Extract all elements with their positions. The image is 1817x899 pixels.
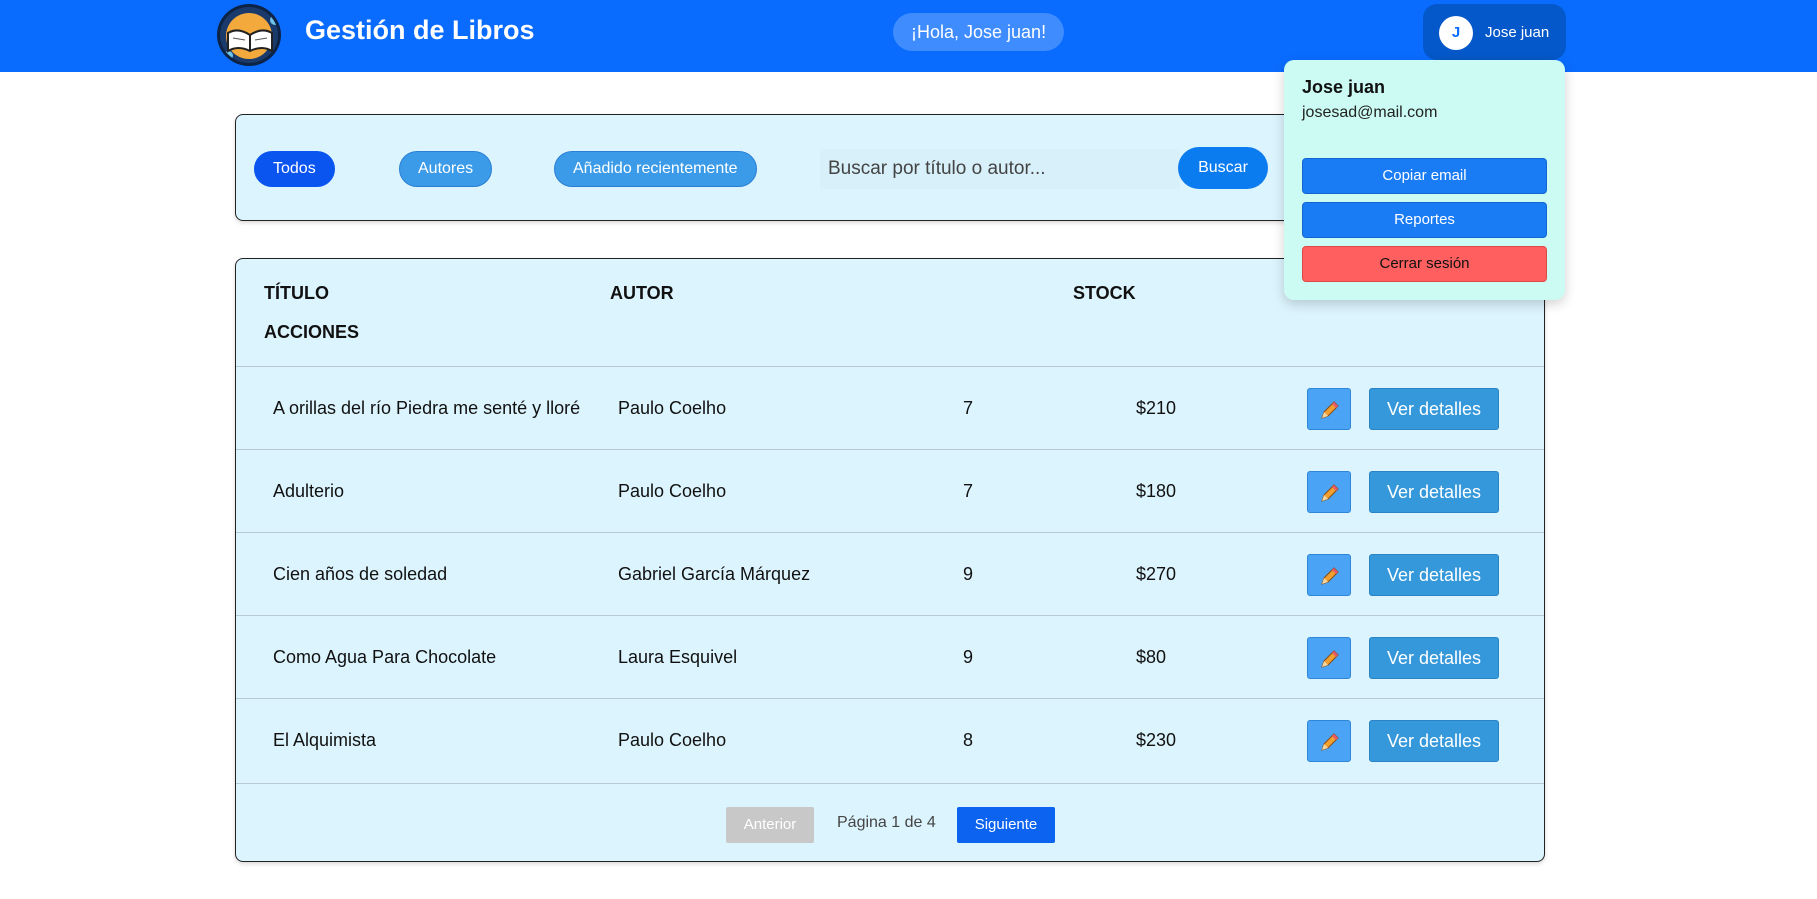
edit-button[interactable] bbox=[1307, 388, 1351, 430]
book-price: $80 bbox=[1136, 647, 1167, 667]
book-stock: 7 bbox=[963, 481, 974, 501]
pencil-icon bbox=[1321, 401, 1339, 419]
avatar: J bbox=[1439, 16, 1473, 50]
dropdown-user-email: josesad@mail.com bbox=[1302, 104, 1438, 121]
table-row: El Alquimista Paulo Coelho 8 $230 Ver de… bbox=[236, 698, 1544, 781]
view-details-button[interactable]: Ver detalles bbox=[1369, 554, 1499, 596]
table-row: Cien años de soledad Gabriel García Márq… bbox=[236, 532, 1544, 615]
app-title: Gestión de Libros bbox=[305, 15, 535, 45]
view-details-button[interactable]: Ver detalles bbox=[1369, 471, 1499, 513]
page-indicator: Página 1 de 4 bbox=[837, 814, 936, 831]
view-details-button[interactable]: Ver detalles bbox=[1369, 637, 1499, 679]
pencil-icon bbox=[1321, 733, 1339, 751]
book-title: Cien años de soledad bbox=[273, 564, 448, 584]
column-header-actions: ACCIONES bbox=[264, 322, 360, 342]
column-header-title: TÍTULO bbox=[264, 283, 329, 303]
book-title: El Alquimista bbox=[273, 730, 377, 750]
book-title: Como Agua Para Chocolate bbox=[273, 647, 497, 667]
user-menu-button[interactable]: J Jose juan bbox=[1423, 4, 1566, 60]
book-author: Laura Esquivel bbox=[618, 647, 738, 667]
table-row: A orillas del río Piedra me senté y llor… bbox=[236, 366, 1544, 449]
book-author: Paulo Coelho bbox=[618, 730, 727, 750]
book-stock: 7 bbox=[963, 398, 974, 418]
pencil-icon bbox=[1321, 484, 1339, 502]
filter-chip-autores[interactable]: Autores bbox=[399, 151, 493, 187]
filter-chip-recientes[interactable]: Añadido recientemente bbox=[554, 151, 757, 187]
book-title: Adulterio bbox=[273, 481, 345, 501]
book-stock: 9 bbox=[963, 647, 974, 667]
view-details-button[interactable]: Ver detalles bbox=[1369, 720, 1499, 762]
book-price: $270 bbox=[1136, 564, 1177, 584]
book-price: $180 bbox=[1136, 481, 1177, 501]
book-author: Paulo Coelho bbox=[618, 398, 727, 418]
edit-button[interactable] bbox=[1307, 720, 1351, 762]
book-author: Gabriel García Márquez bbox=[618, 564, 811, 584]
books-table: TÍTULO AUTOR STOCK ACCIONES A orillas de… bbox=[235, 258, 1545, 862]
view-details-button[interactable]: Ver detalles bbox=[1369, 388, 1499, 430]
book-price: $210 bbox=[1136, 398, 1177, 418]
edit-button[interactable] bbox=[1307, 554, 1351, 596]
next-page-button[interactable]: Siguiente bbox=[957, 807, 1055, 843]
previous-page-button[interactable]: Anterior bbox=[726, 807, 814, 843]
copy-email-button[interactable]: Copiar email bbox=[1302, 158, 1547, 194]
user-dropdown-menu: Jose juan josesad@mail.com Copiar email … bbox=[1284, 60, 1565, 300]
dropdown-user-name: Jose juan bbox=[1302, 77, 1386, 97]
edit-button[interactable] bbox=[1307, 637, 1351, 679]
book-stock: 9 bbox=[963, 564, 974, 584]
search-input[interactable] bbox=[820, 149, 1180, 189]
filter-chip-todos[interactable]: Todos bbox=[254, 151, 335, 187]
column-header-author: AUTOR bbox=[610, 283, 674, 303]
book-author: Paulo Coelho bbox=[618, 481, 727, 501]
pagination: Anterior Página 1 de 4 Siguiente bbox=[236, 783, 1544, 861]
reports-button[interactable]: Reportes bbox=[1302, 202, 1547, 238]
book-logo-icon[interactable] bbox=[217, 4, 281, 66]
user-name-label: Jose juan bbox=[1485, 24, 1550, 41]
logout-button[interactable]: Cerrar sesión bbox=[1302, 246, 1547, 282]
column-header-stock: STOCK bbox=[1073, 283, 1136, 303]
pencil-icon bbox=[1321, 650, 1339, 668]
book-stock: 8 bbox=[963, 730, 974, 750]
greeting-badge: ¡Hola, Jose juan! bbox=[893, 13, 1065, 51]
book-title: A orillas del río Piedra me senté y llor… bbox=[273, 398, 581, 418]
pencil-icon bbox=[1321, 567, 1339, 585]
edit-button[interactable] bbox=[1307, 471, 1351, 513]
book-price: $230 bbox=[1136, 730, 1177, 750]
search-button[interactable]: Buscar bbox=[1178, 147, 1268, 189]
table-row: Como Agua Para Chocolate Laura Esquivel … bbox=[236, 615, 1544, 698]
table-row: Adulterio Paulo Coelho 7 $180 Ver detall… bbox=[236, 449, 1544, 532]
